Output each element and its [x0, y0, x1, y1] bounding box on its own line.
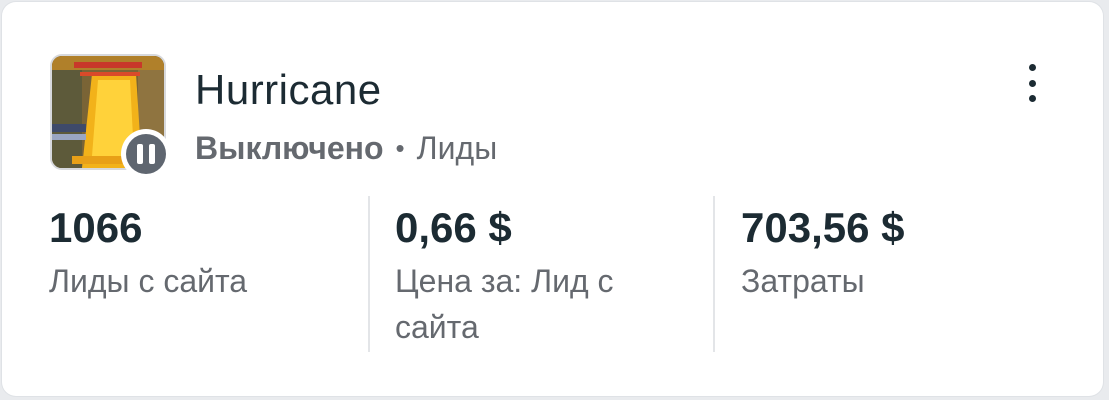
campaign-name[interactable]: Hurricane — [195, 66, 382, 114]
campaign-card[interactable]: Hurricane Выключено • Лиды 1066 Лиды с с… — [2, 2, 1103, 396]
metric-value: 1066 — [49, 204, 143, 251]
metric-value: 0,66 $ — [395, 204, 512, 251]
metric-spend: 703,56 $ Затраты — [741, 202, 1041, 304]
metric-divider — [368, 196, 370, 352]
pause-icon — [126, 134, 166, 174]
objective-label: Лиды — [416, 130, 498, 166]
metric-value: 703,56 $ — [741, 204, 905, 251]
status-label: Выключено — [195, 130, 384, 166]
metric-cost-per-lead: 0,66 $ Цена за: Лид с сайта — [395, 202, 685, 350]
metric-label: Затраты — [741, 263, 865, 299]
metric-label: Цена за: Лид с сайта — [395, 263, 614, 345]
campaign-thumbnail[interactable] — [50, 54, 171, 179]
separator-dot: • — [395, 133, 405, 163]
paused-status-badge — [121, 129, 171, 179]
metric-divider — [713, 196, 715, 352]
campaign-status-line: Выключено • Лиды — [195, 130, 497, 167]
metric-label: Лиды с сайта — [49, 263, 248, 299]
metric-leads: 1066 Лиды с сайта — [49, 202, 349, 304]
more-options-vertical-icon[interactable] — [1014, 60, 1050, 106]
